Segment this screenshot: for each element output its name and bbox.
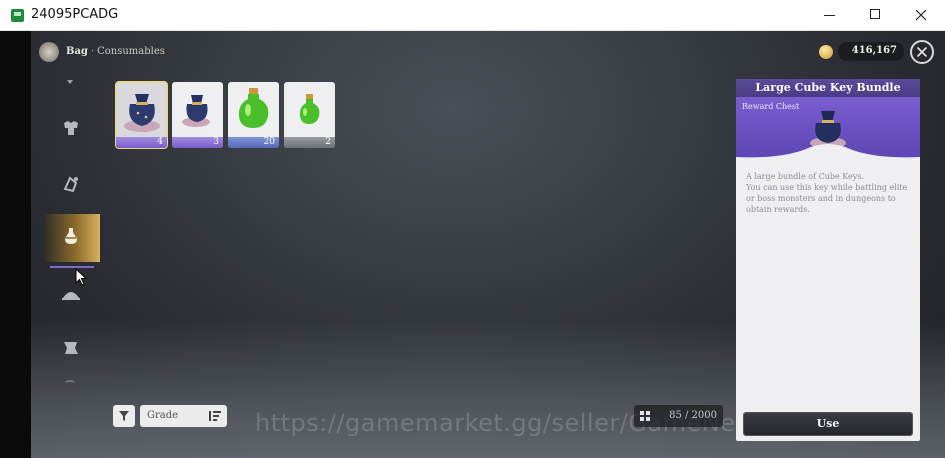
detail-item-type: Reward Chest (742, 102, 800, 111)
item-slot-potion[interactable]: 2 (284, 82, 335, 148)
food-icon (62, 292, 80, 300)
maximize-button[interactable] (852, 0, 898, 31)
window-titlebar: 24095PCADG (0, 0, 945, 31)
game-viewport: Bag · Consumables 416,167 4 3 20 2 Grade… (0, 31, 945, 458)
grid-icon (640, 411, 650, 421)
bag-close-button[interactable] (910, 40, 934, 64)
minimize-icon (824, 15, 835, 16)
minimize-button[interactable] (806, 0, 852, 31)
filter-button[interactable] (113, 405, 135, 427)
window-title: 24095PCADG (31, 7, 119, 22)
breadcrumb-current: Consumables (97, 46, 165, 57)
close-icon (915, 9, 927, 21)
scroll-up-arrow-icon[interactable] (67, 80, 73, 84)
use-button[interactable]: Use (744, 413, 912, 435)
equipment-icon (64, 121, 78, 135)
filter-icon (119, 411, 129, 421)
category-materials[interactable] (44, 162, 100, 208)
category-quest[interactable] (44, 326, 100, 372)
sort-dropdown[interactable]: Grade (140, 405, 227, 427)
mouse-cursor-icon (75, 268, 87, 286)
key-bundle-pouch-icon (124, 94, 160, 132)
close-icon (916, 46, 928, 58)
detail-title: Large Cube Key Bundle (736, 79, 920, 97)
sort-icon (209, 411, 221, 421)
maximize-icon (870, 9, 880, 19)
item-slot-large-potion[interactable]: 20 (228, 82, 279, 148)
app-icon (11, 9, 24, 22)
materials-icon (63, 176, 78, 193)
detail-description: A large bundle of Cube Keys. You can use… (746, 172, 908, 214)
sort-label: Grade (147, 410, 179, 421)
item-slot-cube-key-bundle[interactable]: 3 (172, 82, 223, 148)
breadcrumb: Bag · Consumables (66, 46, 165, 57)
breadcrumb-root: Bag (66, 46, 88, 57)
consumables-icon (65, 228, 77, 244)
item-slot-large-cube-key-bundle[interactable]: 4 (115, 81, 168, 149)
letterbox-bar (0, 31, 31, 458)
capacity-count: 85 / 2000 (669, 410, 717, 421)
green-potion-small-icon (299, 94, 320, 124)
gold-coin-icon (819, 45, 833, 59)
detail-banner: Reward Chest (736, 97, 920, 161)
category-consumables[interactable] (44, 214, 100, 268)
breadcrumb-separator: · (90, 46, 95, 57)
category-sidebar (44, 76, 100, 396)
green-potion-large-icon (238, 88, 269, 128)
item-quantity: 20 (263, 137, 275, 147)
more-categories-icon[interactable] (65, 380, 75, 386)
bag-emblem-icon (39, 42, 59, 62)
window-close-button[interactable] (898, 0, 944, 31)
category-food[interactable] (44, 272, 100, 318)
item-quantity: 2 (325, 137, 331, 147)
category-equipment[interactable] (44, 106, 100, 152)
bag-capacity[interactable]: 85 / 2000 (634, 405, 723, 427)
currency-display: 416,167 (838, 42, 904, 61)
item-detail-panel: Large Cube Key Bundle Reward Chest A lar… (736, 79, 920, 441)
currency-value: 416,167 (851, 45, 897, 56)
item-quantity: 4 (157, 137, 163, 147)
quest-icon (64, 342, 78, 354)
item-quantity: 3 (213, 137, 219, 147)
key-bundle-small-icon (182, 95, 210, 127)
